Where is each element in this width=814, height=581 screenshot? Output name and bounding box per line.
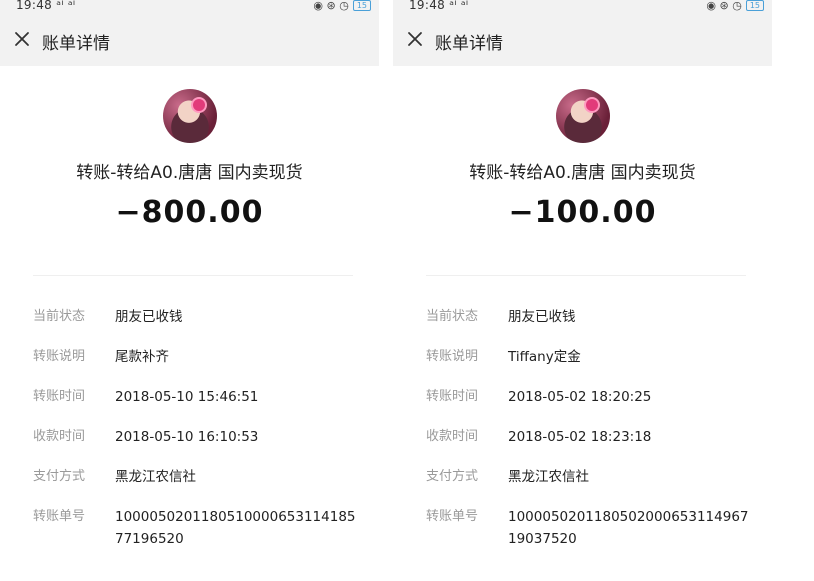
page-title: 账单详情	[435, 34, 503, 54]
transaction-id[interactable]: 1000050201180502000653114967 19037520	[508, 506, 768, 550]
detail-label: 转账单号	[33, 509, 86, 524]
detail-value: 2018-05-10 16:10:53	[115, 429, 259, 445]
detail-label: 支付方式	[33, 469, 86, 484]
detail-label: 当前状态	[426, 309, 479, 324]
detail-value: 2018-05-02 18:23:18	[508, 429, 652, 445]
detail-label: 转账时间	[426, 389, 479, 404]
transaction-id[interactable]: 100005020118051000065311418​5 77196520	[115, 506, 375, 550]
close-icon	[408, 32, 422, 46]
bill-detail-panel-right: 19:48 ᵃᴵ ᵃᴵ ◉ ⊛ ◷ 15 账单详情 转账-转给A0.唐唐 国内卖…	[393, 0, 772, 581]
detail-value: 朋友已收钱	[115, 309, 183, 325]
close-button[interactable]	[404, 28, 426, 50]
detail-value: 黑龙江农信社	[508, 469, 589, 485]
transfer-amount: −800.00	[115, 195, 264, 230]
status-icons: ◉ ⊛ ◷ 15	[313, 0, 371, 12]
battery-icon: 15	[352, 0, 371, 11]
detail-value: Tiffany定金	[508, 349, 581, 365]
detail-label: 转账单号	[426, 509, 479, 524]
detail-label: 转账说明	[33, 349, 86, 364]
close-icon	[15, 32, 29, 46]
detail-value: 尾款补齐	[115, 349, 169, 365]
status-time: 19:48 ᵃᴵ ᵃᴵ	[16, 0, 76, 12]
detail-label: 转账说明	[426, 349, 479, 364]
transfer-amount: −100.00	[508, 195, 657, 230]
detail-label: 当前状态	[33, 309, 86, 324]
avatar	[556, 89, 610, 143]
payee-name: 转账-转给A0.唐唐 国内卖现货	[469, 163, 696, 183]
detail-label: 支付方式	[426, 469, 479, 484]
detail-value: 2018-05-10 15:46:51	[115, 389, 259, 405]
top-bar: 19:48 ᵃᴵ ᵃᴵ ◉ ⊛ ◷ 15 账单详情	[0, 0, 379, 66]
battery-icon: 15	[745, 0, 764, 11]
close-button[interactable]	[11, 28, 33, 50]
status-time: 19:48 ᵃᴵ ᵃᴵ	[409, 0, 469, 12]
payee-name: 转账-转给A0.唐唐 国内卖现货	[76, 163, 303, 183]
detail-value: 黑龙江农信社	[115, 469, 196, 485]
bill-detail-panel-left: 19:48 ᵃᴵ ᵃᴵ ◉ ⊛ ◷ 15 账单详情 转账-转给A0.唐唐 国内卖…	[0, 0, 379, 581]
status-icons: ◉ ⊛ ◷ 15	[706, 0, 764, 12]
detail-label: 转账时间	[33, 389, 86, 404]
divider	[33, 275, 353, 276]
detail-value: 朋友已收钱	[508, 309, 576, 325]
avatar	[163, 89, 217, 143]
page-title: 账单详情	[42, 34, 110, 54]
detail-label: 收款时间	[426, 429, 479, 444]
divider	[426, 275, 746, 276]
detail-value: 2018-05-02 18:20:25	[508, 389, 652, 405]
detail-label: 收款时间	[33, 429, 86, 444]
top-bar: 19:48 ᵃᴵ ᵃᴵ ◉ ⊛ ◷ 15 账单详情	[393, 0, 772, 66]
